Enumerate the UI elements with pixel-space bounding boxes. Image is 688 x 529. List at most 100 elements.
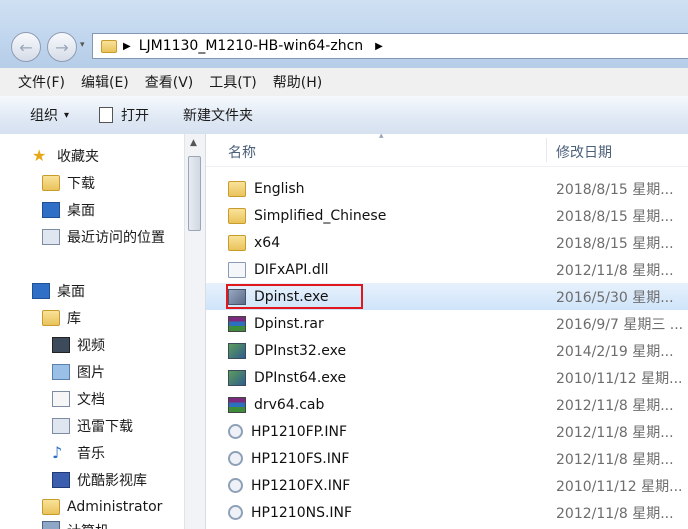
youku-icon [52,472,70,488]
breadcrumb-current[interactable]: LJM1130_M1210-HB-win64-zhcn [139,38,363,54]
menu-tools[interactable]: 工具(T) [201,72,264,92]
file-row[interactable]: HP1210FP.INF 2012/11/8 星期... [206,418,688,445]
file-row[interactable]: DIFxAPI.dll 2012/11/8 星期... [206,256,688,283]
menu-bar: 文件(F) 编辑(E) 查看(V) 工具(T) 帮助(H) [0,68,688,97]
file-row[interactable]: English 2018/8/15 星期... [206,175,688,202]
desktop-icon [32,283,50,299]
file-row[interactable]: HP1210FX.INF 2010/11/12 星期... [206,472,688,499]
menu-view[interactable]: 查看(V) [137,72,202,92]
nav-label: 文档 [77,392,105,408]
file-row[interactable]: DPInst32.exe 2014/2/19 星期... [206,337,688,364]
file-row[interactable]: HP1210FS.INF 2012/11/8 星期... [206,445,688,472]
xunlei-folder-icon [52,418,70,434]
nav-label: 收藏夹 [57,149,99,165]
recent-places-icon [42,229,60,245]
nav-label: 图片 [77,365,105,381]
nav-documents[interactable]: 文档 [52,386,105,412]
breadcrumb-chevron-icon[interactable]: ▶ [375,41,383,52]
file-name: DPInst32.exe [254,342,347,359]
open-icon [99,107,114,123]
nav-label: Administrator [67,499,163,515]
file-row[interactable]: Dpinst.rar 2016/9/7 星期三 ... [206,310,688,337]
file-row[interactable]: HP1210NS.INF 2012/11/8 星期... [206,499,688,526]
open-button[interactable]: 打开 [99,105,149,125]
highlight-box [226,284,363,309]
menu-file[interactable]: 文件(F) [0,72,73,92]
nav-libraries[interactable]: 库 [42,305,81,331]
command-bar: 组织 ▾ 打开 新建文件夹 [0,96,688,135]
file-name: x64 [254,234,281,251]
scroll-up-arrow-icon[interactable]: ▲ [190,138,197,148]
column-header: 名称 ▴ 修改日期 [206,134,688,167]
nav-desktop[interactable]: 桌面 [32,278,85,304]
user-folder-icon [42,499,60,515]
file-name: Simplified_Chinese [254,207,387,224]
documents-icon [52,391,70,407]
nav-favorites[interactable]: ★ 收藏夹 [32,143,99,169]
file-name: drv64.cab [254,396,325,413]
column-name[interactable]: 名称 [228,142,256,162]
videos-icon [52,337,70,353]
file-date: 2018/8/15 星期... [556,181,674,198]
file-row[interactable]: x64 2018/8/15 星期... [206,229,688,256]
folder-icon [228,207,246,224]
file-date: 2012/11/8 星期... [556,424,674,441]
nav-recent-places[interactable]: 最近访问的位置 [42,224,165,250]
file-date: 2018/8/15 星期... [556,208,674,225]
menu-edit[interactable]: 编辑(E) [73,72,137,92]
file-date: 2016/5/30 星期... [556,289,674,306]
back-button[interactable]: ← [11,32,41,62]
nav-label: 最近访问的位置 [67,230,165,246]
nav-label: 桌面 [67,203,95,219]
nav-label: 下载 [67,176,95,192]
scroll-thumb[interactable] [188,156,201,231]
inf-file-icon [228,424,243,439]
file-date: 2010/11/12 星期... [556,478,683,495]
column-date-modified[interactable]: 修改日期 [556,142,612,162]
open-label: 打开 [121,108,150,124]
nav-desktop-favorite[interactable]: 桌面 [42,197,95,223]
menu-help[interactable]: 帮助(H) [265,72,330,92]
nav-computer[interactable]: 计算机 [42,521,109,529]
breadcrumb-chevron-icon[interactable]: ▶ [123,41,131,52]
file-row[interactable]: DPInst64.exe 2010/11/12 星期... [206,364,688,391]
organize-label: 组织 [30,108,58,124]
nav-xunlei-downloads[interactable]: 迅雷下载 [52,413,133,439]
nav-downloads[interactable]: 下载 [42,170,95,196]
nav-label: 桌面 [57,284,85,300]
column-divider[interactable] [546,138,547,162]
file-name: HP1210NS.INF [251,504,353,521]
nav-label: 视频 [77,338,105,354]
back-arrow-icon: ← [19,37,33,57]
nav-scrollbar[interactable]: ▲ [184,134,205,529]
star-icon: ★ [32,146,47,165]
nav-administrator[interactable]: Administrator [42,494,162,520]
inf-file-icon [228,478,243,493]
nav-label: 迅雷下载 [77,419,133,435]
file-list-pane: 名称 ▴ 修改日期 English 2018/8/15 星期... Simpli… [206,134,688,529]
file-row[interactable]: Simplified_Chinese 2018/8/15 星期... [206,202,688,229]
nav-music[interactable]: ♪ 音乐 [52,440,105,466]
history-dropdown-icon[interactable]: ▾ [80,40,85,50]
folder-icon [101,39,117,53]
dropdown-arrow-icon: ▾ [64,109,70,121]
forward-arrow-icon: → [55,37,69,57]
exe-file-icon [228,342,246,359]
file-date: 2016/9/7 星期三 ... [556,316,684,333]
nav-youku[interactable]: 优酷影视库 [52,467,147,493]
new-folder-button[interactable]: 新建文件夹 [183,105,253,125]
file-date: 2010/11/12 星期... [556,370,683,387]
file-row-selected[interactable]: Dpinst.exe 2016/5/30 星期... [206,283,688,310]
organize-button[interactable]: 组织 ▾ [30,105,69,125]
downloads-folder-icon [42,175,60,191]
cab-file-icon [228,396,246,413]
nav-pictures[interactable]: 图片 [52,359,105,385]
address-bar[interactable]: ▶ LJM1130_M1210-HB-win64-zhcn ▶ [92,33,688,59]
inf-file-icon [228,505,243,520]
file-date: 2018/8/15 星期... [556,235,674,252]
nav-videos[interactable]: 视频 [52,332,105,358]
forward-button[interactable]: → [47,32,77,62]
file-date: 2012/11/8 星期... [556,397,674,414]
file-date: 2012/11/8 星期... [556,262,674,279]
file-row[interactable]: drv64.cab 2012/11/8 星期... [206,391,688,418]
